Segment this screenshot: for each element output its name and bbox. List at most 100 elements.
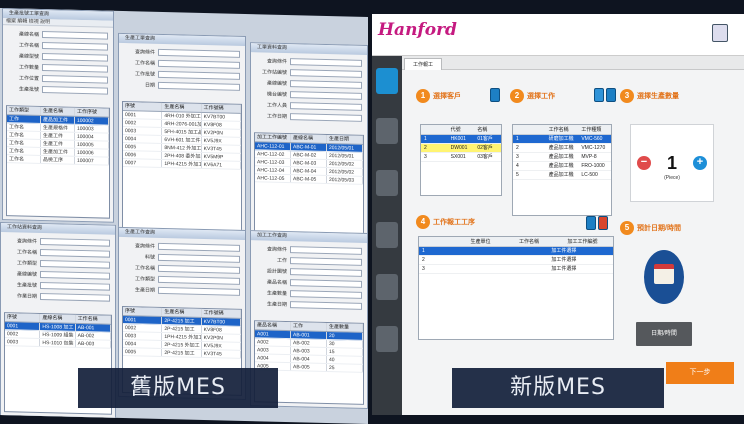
grid-cell: AHC-112-05 (255, 174, 291, 183)
grid-row[interactable]: 5 產品加工機 LC-500 (513, 171, 611, 180)
sidebar-document-button[interactable] (376, 170, 398, 196)
old-data-grid: 工作類型 生產名稱 工作序號 工作 產品加工件 100002 工作名 生產規格件 100003 工… (6, 105, 110, 219)
grid-row[interactable]: 0005 2P-4215 加工 KV3T45 (123, 348, 241, 359)
grid-cell: 1PH-4215 外加工 (162, 332, 202, 341)
process-icon-2[interactable] (598, 216, 608, 230)
form-input[interactable] (42, 64, 108, 73)
form-input[interactable] (290, 91, 362, 100)
grid-cell: KV5J9X (201, 136, 241, 145)
grid-cell: 產品加工機 (548, 145, 574, 151)
grid-header-cell: 工作名稱 (548, 127, 569, 133)
grid-row[interactable]: 1 研磨加工機 VMC-560 (513, 135, 611, 144)
calendar-icon[interactable] (644, 250, 684, 304)
form-input[interactable] (290, 113, 362, 122)
grid-row[interactable]: 3 SX001 03客戶 (421, 153, 501, 162)
grid-header-cell: 加工工作編號 (255, 133, 291, 143)
form-input[interactable] (40, 259, 110, 269)
form-row: 產線名稱 (8, 29, 108, 40)
form-row: 工作批號 (124, 69, 240, 81)
form-input[interactable] (158, 286, 240, 296)
search-icon[interactable] (594, 88, 604, 102)
form-input[interactable] (158, 70, 240, 80)
form-input[interactable] (158, 242, 240, 252)
grid-row[interactable]: 2 DW001 02客戶 (421, 144, 501, 153)
grid-cell: 3 (516, 154, 519, 160)
grid-row[interactable]: 0007 1PH-4215 外加工 KV6A71 (123, 159, 241, 170)
sidebar-edit-button[interactable] (376, 274, 398, 300)
next-button[interactable]: 下一步 (666, 362, 734, 384)
form-row: 產線型號 (8, 51, 108, 62)
grid-cell: 2P-4215 加工 (162, 316, 202, 325)
form-row: 工作位置 (8, 73, 108, 84)
form-input[interactable] (42, 75, 108, 84)
grid-cell: 生產工件 (41, 132, 75, 140)
form-input[interactable] (40, 292, 110, 302)
grid-cell: KV2P0N (201, 333, 241, 342)
grid-row[interactable]: AHC-112-05 ABC-M-05 2012/05/03 (255, 174, 363, 185)
tab-work-report[interactable]: 工作報工 (404, 58, 442, 70)
form-label: 工作名稱 (16, 249, 37, 256)
grid-header-cell: 生產數量 (327, 322, 363, 332)
grid-row[interactable]: 0003 HS-1010 包裝 AB-003 (5, 338, 111, 349)
form-input[interactable] (290, 58, 362, 67)
grid-header-cell (419, 237, 468, 246)
form-label: 料號 (144, 254, 155, 261)
form-input[interactable] (40, 248, 110, 258)
form-input[interactable] (40, 237, 110, 247)
grid-cell: KV2P0N (201, 128, 241, 137)
customer-grid: 代號 名稱 1 HK001 01客戶 2 DW001 02客戶 3 SX001 03客戶 (420, 124, 502, 196)
grid-cell: AHC-112-03 (255, 158, 291, 167)
customer-lookup-icon[interactable] (490, 88, 500, 102)
form-input[interactable] (42, 31, 108, 40)
grid-cell: 2P-4215 外加工 (162, 340, 202, 349)
grid-cell: KV8F08 (201, 120, 241, 129)
form-input[interactable] (290, 69, 362, 78)
form-input[interactable] (290, 301, 362, 310)
grid-row[interactable]: 1 HK001 01客戶 (421, 135, 501, 144)
form-input[interactable] (158, 264, 240, 274)
grid-row[interactable]: 3 加工件選擇 (419, 265, 613, 274)
grid-row[interactable]: 2 加工件選擇 (419, 256, 613, 265)
form-input[interactable] (290, 246, 362, 255)
grid-header-cell: 序號 (123, 307, 163, 316)
sidebar-machine-button[interactable] (376, 118, 398, 144)
grid-header-cell: 產線名稱 (291, 134, 327, 143)
sidebar-report-button[interactable] (376, 68, 398, 94)
machine-lookup-icon[interactable] (606, 88, 616, 102)
form-input[interactable] (40, 281, 110, 291)
form-input[interactable] (42, 86, 108, 95)
form-label: 工作日期 (266, 113, 287, 121)
grid-cell: AB-004 (291, 355, 327, 363)
form-input[interactable] (290, 80, 362, 89)
form-input[interactable] (290, 290, 362, 299)
form-input[interactable] (290, 268, 362, 277)
grid-cell: 5 (516, 172, 519, 178)
grid-row[interactable]: 2 產品加工機 VMC-1270 (513, 144, 611, 153)
form-input[interactable] (290, 102, 362, 111)
form-label: 生產日期 (266, 301, 287, 309)
form-input[interactable] (158, 253, 240, 263)
plus-button[interactable]: + (693, 156, 707, 170)
grid-cell: 2 (424, 145, 427, 151)
form-input[interactable] (40, 270, 110, 280)
sidebar-print-button[interactable] (376, 326, 398, 352)
form-input[interactable] (158, 275, 240, 285)
machine-grid: 工作名稱 工作種類 1 研磨加工機 VMC-560 2 產品加工機 VMC-1270 3 產品加工… (512, 124, 612, 216)
grid-cell: 0001 (123, 111, 163, 119)
form-input[interactable] (42, 53, 108, 62)
quantity-unit: (Piece) (664, 175, 680, 181)
device-icon[interactable] (712, 24, 728, 42)
form-input[interactable] (158, 81, 240, 91)
grid-row[interactable]: 4 產品加工機 FRO-1000 (513, 162, 611, 171)
grid-row[interactable]: 1 加工件選擇 (419, 247, 613, 256)
process-icon-1[interactable] (586, 216, 596, 230)
form-input[interactable] (158, 59, 240, 69)
sidebar-settings-button[interactable] (376, 222, 398, 248)
date-time-button[interactable]: 日期/時間 (636, 322, 692, 346)
form-input[interactable] (290, 279, 362, 288)
grid-row[interactable]: 3 產品加工機 MVP-8 (513, 153, 611, 162)
form-input[interactable] (42, 42, 108, 51)
grid-row[interactable]: 工作名 品檢工序 100007 (7, 155, 109, 166)
form-input[interactable] (290, 257, 362, 266)
form-input[interactable] (158, 48, 240, 58)
